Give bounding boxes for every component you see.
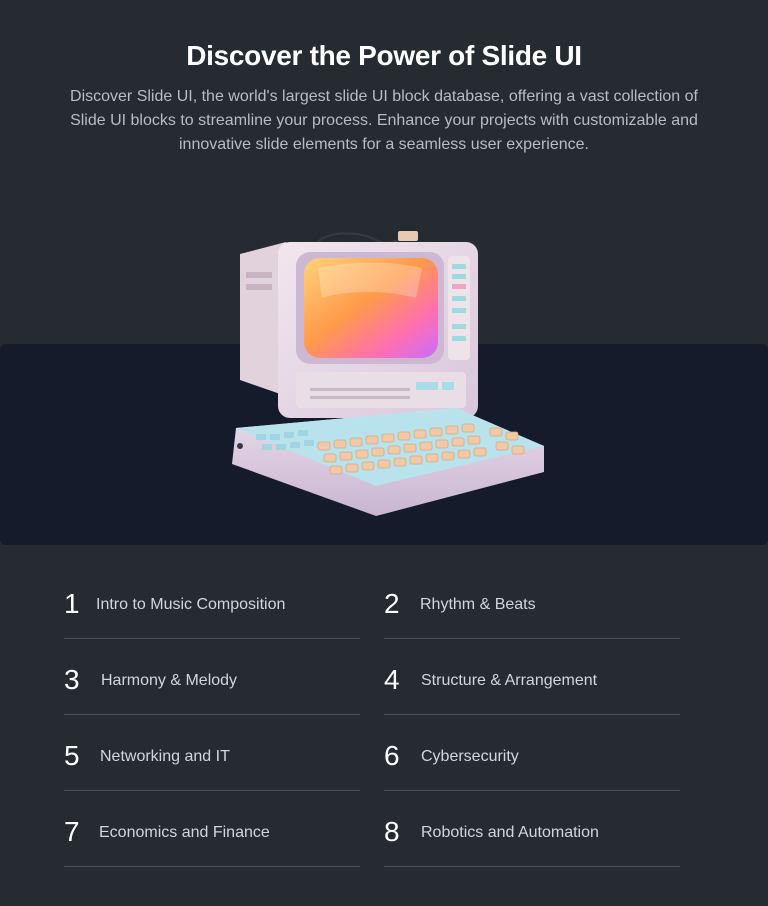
topic-item[interactable]: 5 Networking and IT	[64, 718, 360, 791]
topic-label: Structure & Arrangement	[421, 672, 598, 689]
topic-label: Networking and IT	[100, 748, 230, 765]
topic-label: Cybersecurity	[421, 748, 519, 765]
page-title: Discover the Power of Slide UI	[186, 40, 582, 71]
topic-item[interactable]: 3 Harmony & Melody	[64, 642, 360, 715]
topic-item[interactable]: 1 Intro to Music Composition	[64, 566, 360, 639]
topic-number: 6	[384, 740, 400, 771]
topic-label: Harmony & Melody	[101, 672, 238, 689]
topic-number: 4	[384, 664, 400, 695]
topic-item[interactable]: 7 Economics and Finance	[64, 794, 360, 867]
topic-label: Rhythm & Beats	[420, 596, 536, 613]
topic-label: Robotics and Automation	[421, 824, 599, 841]
topic-item[interactable]: 4 Structure & Arrangement	[384, 642, 680, 715]
topic-item[interactable]: 8 Robotics and Automation	[384, 794, 680, 867]
topic-number: 8	[384, 816, 400, 847]
topic-item[interactable]: 6 Cybersecurity	[384, 718, 680, 791]
topic-number: 5	[64, 740, 80, 771]
page-description: Discover Slide UI, the world's largest s…	[70, 88, 698, 153]
topic-label: Economics and Finance	[99, 824, 270, 841]
topic-number: 7	[64, 816, 80, 847]
topic-number: 3	[64, 664, 80, 695]
topic-number: 1	[64, 588, 80, 619]
retro-computer-illustration	[232, 231, 544, 516]
topic-item[interactable]: 2 Rhythm & Beats	[384, 566, 680, 639]
topic-label: Intro to Music Composition	[96, 596, 286, 613]
topic-number: 2	[384, 588, 400, 619]
